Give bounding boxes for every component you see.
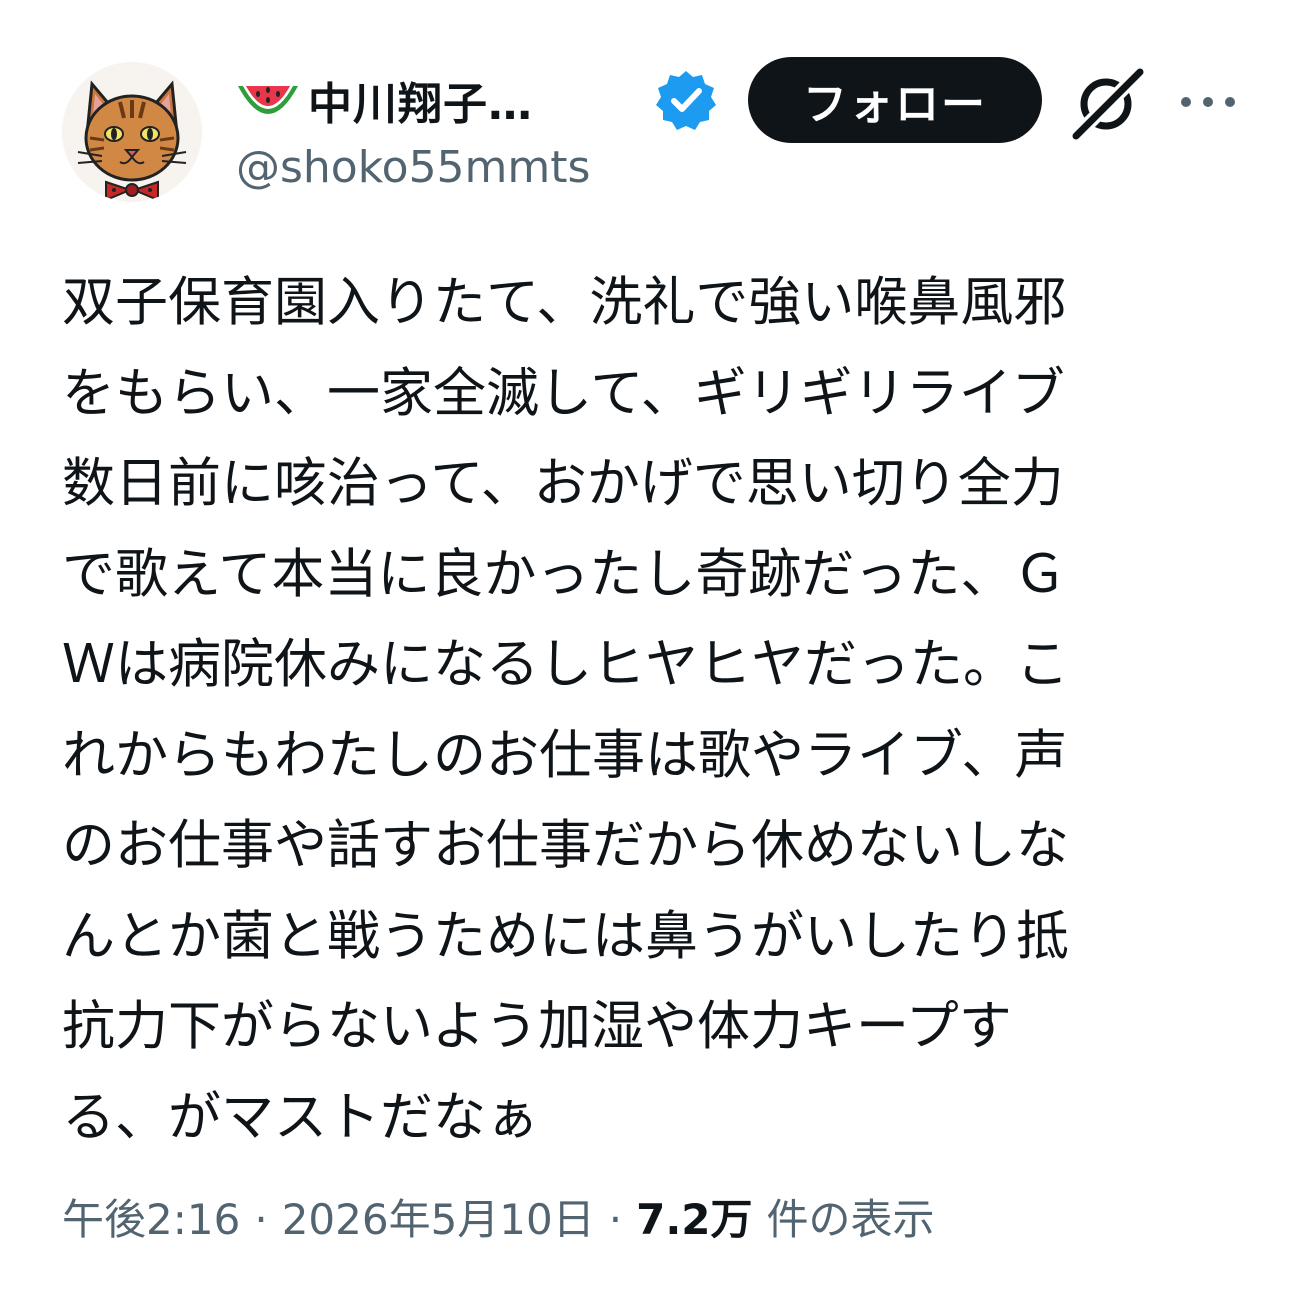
tweet-card: 中川翔子… @shoko55mmts フォロー 双子保育園入りたて、洗礼で強い喉… — [0, 0, 1300, 1296]
grok-icon[interactable] — [1068, 64, 1146, 142]
watermelon-icon — [238, 86, 298, 114]
tweet-text-line: れからもわたしのお仕事は歌やライブ、声 — [62, 724, 1068, 786]
tweet-text-line: 双子保育園入りたて、洗礼で強い喉鼻風邪 — [62, 272, 1067, 333]
tweet-text-line: 数日前に咳治って、おかげで思い切り全力 — [62, 453, 1064, 514]
views-count[interactable]: 7.2万 — [636, 1186, 752, 1247]
tweet-time[interactable]: 午後2:16 — [62, 1186, 240, 1247]
author-name-row[interactable]: 中川翔子… — [236, 70, 533, 130]
tweet-text-line: のお仕事や話すお仕事だから休めないしな — [62, 815, 1069, 876]
cat-avatar-illustration — [77, 80, 187, 202]
tweet-text-line: る、がマストだなぁ — [62, 1086, 539, 1148]
tweet-text-line: Ｗは病院休みになるしヒヤヒヤだった。こ — [62, 634, 1069, 695]
author-display-name[interactable]: 中川翔子… — [308, 68, 533, 132]
tweet-text-line: 抗力下がらないよう加湿や体力キープす — [62, 996, 1012, 1057]
tweet-date[interactable]: 2026年5月10日 — [282, 1186, 595, 1247]
avatar[interactable] — [62, 62, 202, 202]
views-label[interactable]: 件の表示 — [767, 1186, 935, 1247]
tweet-text-line: んとか菌と戦うためには鼻うがいしたり抵 — [62, 905, 1069, 967]
meta-separator: · — [608, 1195, 623, 1244]
tweet-text: 双子保育園入りたて、洗礼で強い喉鼻風邪 をもらい、一家全滅して、ギリギリライブ … — [62, 258, 1238, 1163]
tweet-text-line: で歌えて本当に良かったし奇跡だった、Ｇ — [62, 543, 1067, 605]
verified-badge-icon — [656, 71, 716, 130]
more-options-icon[interactable] — [1178, 84, 1238, 120]
meta-separator: · — [254, 1195, 268, 1244]
author-handle[interactable]: @shoko55mmts — [236, 142, 590, 193]
tweet-meta: 午後2:16 · 2026年5月10日 · 7.2万 件の表示 — [62, 1186, 935, 1247]
follow-button[interactable]: フォロー — [748, 57, 1042, 143]
tweet-text-line: をもらい、一家全滅して、ギリギリライブ — [62, 362, 1065, 424]
